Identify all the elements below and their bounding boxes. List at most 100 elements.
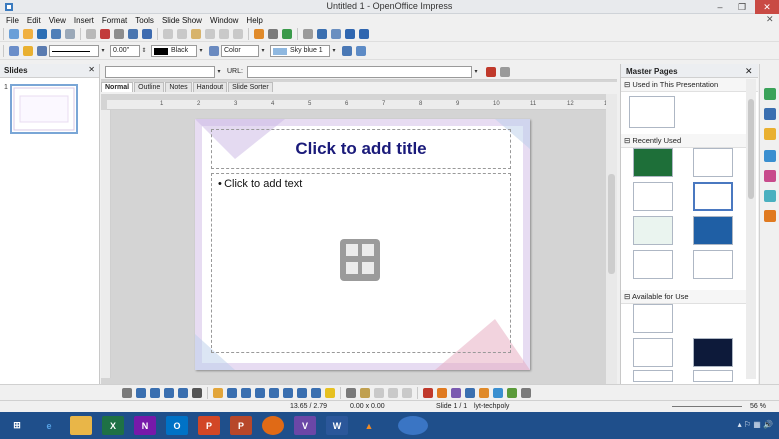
openoffice-icon[interactable] — [398, 416, 428, 435]
menu-format[interactable]: Format — [102, 16, 127, 25]
pdf-icon[interactable] — [100, 28, 110, 39]
cut-icon[interactable] — [163, 28, 173, 39]
master-page-thumb[interactable] — [633, 216, 673, 245]
block-arrows-icon[interactable] — [283, 387, 293, 398]
area-color-select[interactable]: Sky blue 1 — [270, 45, 330, 57]
area-icon[interactable] — [209, 46, 219, 56]
stars-icon[interactable] — [325, 387, 335, 398]
rectangle-icon[interactable] — [164, 387, 174, 398]
gallery-icon[interactable] — [764, 190, 776, 202]
image-icon[interactable] — [356, 46, 366, 56]
chevron-down-icon[interactable]: ▾ — [259, 46, 267, 56]
slide-thumbnail[interactable]: 1 — [4, 84, 78, 134]
properties-icon[interactable] — [764, 88, 776, 100]
points-icon[interactable] — [346, 387, 356, 398]
master-page-thumb[interactable] — [633, 338, 673, 367]
master-page-current[interactable] — [629, 96, 675, 128]
glue-points-icon[interactable] — [360, 387, 370, 398]
paste-icon[interactable] — [191, 28, 201, 39]
master-pages-icon[interactable] — [764, 128, 776, 140]
shadow-tool-icon[interactable] — [479, 387, 489, 398]
ellipse-icon[interactable] — [178, 387, 188, 398]
flowchart-icon[interactable] — [297, 387, 307, 398]
maximize-button[interactable]: ❐ — [732, 0, 752, 14]
title-placeholder[interactable]: Click to add title — [211, 129, 511, 169]
find-icon[interactable] — [499, 66, 510, 77]
master-page-thumb[interactable] — [693, 250, 733, 279]
insert-chart-icon[interactable] — [362, 244, 374, 256]
style-icon[interactable] — [9, 46, 19, 56]
draw-functions-icon[interactable] — [317, 28, 327, 39]
align-icon[interactable] — [437, 387, 447, 398]
autospell-icon[interactable] — [142, 28, 152, 39]
line-tool-icon[interactable] — [136, 387, 146, 398]
section-used[interactable]: ⊟ Used in This Presentation — [621, 78, 758, 92]
shadow-icon[interactable] — [342, 46, 352, 56]
close-button[interactable]: ✕ — [755, 0, 779, 14]
chart-tool-icon[interactable] — [507, 387, 517, 398]
master-page-thumb[interactable] — [633, 304, 673, 333]
open-icon[interactable] — [23, 28, 33, 39]
save-icon[interactable] — [37, 28, 47, 39]
chevron-down-icon[interactable]: ▾ — [472, 67, 480, 77]
hyperlink-icon[interactable] — [485, 66, 496, 77]
onenote-icon[interactable]: N — [134, 416, 156, 435]
arrange-icon[interactable] — [451, 387, 461, 398]
hyperlink-name-field[interactable] — [105, 65, 215, 78]
basic-shapes-icon[interactable] — [255, 387, 265, 398]
line-width-field[interactable]: 0.00" — [110, 45, 140, 57]
section-recent[interactable]: ⊟ Recently Used — [621, 134, 747, 148]
lines-arrows-icon[interactable] — [241, 387, 251, 398]
line-color-select[interactable]: Black — [151, 45, 197, 57]
system-tray[interactable]: ▴ ⚐ ▦ 🔊 — [738, 420, 773, 429]
tab-outline[interactable]: Outline — [134, 82, 165, 92]
from-file-icon[interactable] — [388, 387, 398, 398]
tab-handout[interactable]: Handout — [192, 82, 228, 92]
minimize-button[interactable]: – — [710, 0, 730, 14]
menu-view[interactable]: View — [49, 16, 66, 25]
area-style-select[interactable]: Color — [221, 45, 259, 57]
tab-slide-sorter[interactable]: Slide Sorter — [228, 82, 273, 92]
close-document-icon[interactable]: ✕ — [766, 14, 774, 25]
table-icon[interactable] — [268, 28, 278, 39]
vlc-icon[interactable]: ▲ — [358, 416, 380, 435]
master-page-thumb[interactable] — [633, 182, 673, 211]
menu-insert[interactable]: Insert — [74, 16, 94, 25]
select-icon[interactable] — [122, 387, 132, 398]
master-pages-scrollbar[interactable] — [746, 79, 756, 379]
layouts-icon[interactable] — [764, 108, 776, 120]
close-icon[interactable]: ✕ — [88, 65, 95, 74]
table-tool-icon[interactable] — [493, 387, 503, 398]
insert-video-icon[interactable] — [362, 262, 374, 274]
menu-slideshow[interactable]: Slide Show — [162, 16, 202, 25]
master-page-thumb[interactable] — [693, 216, 733, 245]
chevron-down-icon[interactable]: ▾ — [330, 46, 338, 56]
extrusion-icon[interactable] — [465, 387, 475, 398]
menu-file[interactable]: File — [6, 16, 19, 25]
chevron-down-icon[interactable]: ▾ — [215, 67, 223, 77]
chevron-down-icon[interactable]: ▾ — [99, 46, 107, 56]
tab-notes[interactable]: Notes — [165, 82, 192, 92]
visio-icon[interactable]: V — [294, 416, 316, 435]
ie-icon[interactable]: e — [38, 416, 60, 435]
curve-icon[interactable] — [213, 387, 223, 398]
menu-edit[interactable]: Edit — [27, 16, 41, 25]
excel-icon[interactable]: X — [102, 416, 124, 435]
master-page-thumb[interactable] — [633, 250, 673, 279]
zoom-icon[interactable] — [331, 28, 341, 39]
start-icon[interactable]: ⊞ — [6, 416, 28, 435]
outlook-icon[interactable]: O — [166, 416, 188, 435]
rotate-icon[interactable] — [423, 387, 433, 398]
master-page-thumb[interactable] — [633, 370, 673, 382]
navigator-icon[interactable] — [764, 210, 776, 222]
menu-window[interactable]: Window — [210, 16, 238, 25]
arrow-tool-icon[interactable] — [150, 387, 160, 398]
powerpoint-icon[interactable]: P — [198, 416, 220, 435]
transition-icon[interactable] — [764, 170, 776, 182]
undo-icon[interactable] — [219, 28, 229, 39]
zoom-slider[interactable] — [672, 406, 742, 407]
copy-icon[interactable] — [177, 28, 187, 39]
text-tool-icon[interactable] — [192, 387, 202, 398]
animation-icon[interactable] — [764, 150, 776, 162]
email-icon[interactable] — [65, 28, 75, 39]
